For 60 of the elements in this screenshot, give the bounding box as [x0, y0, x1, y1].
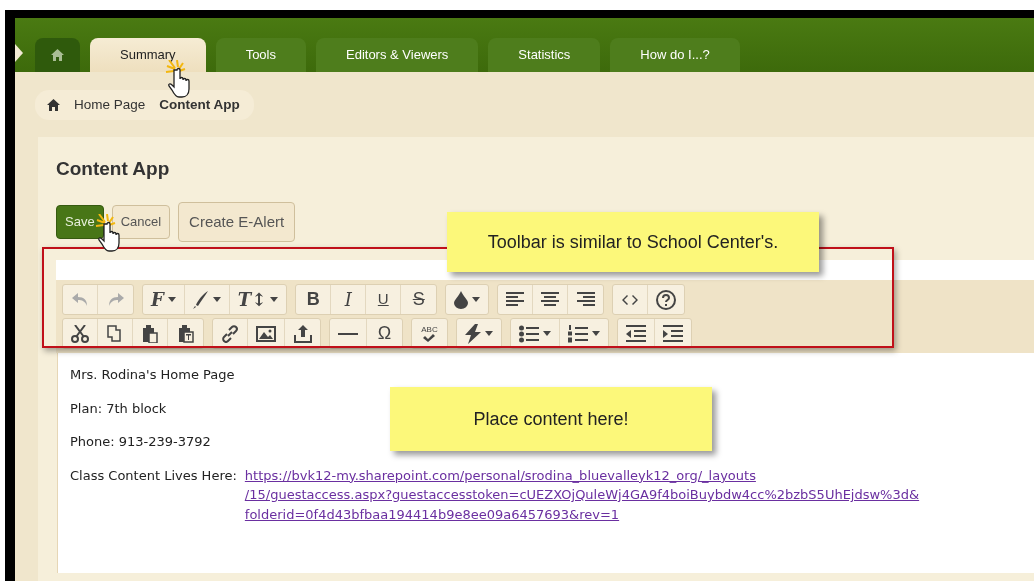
nav-tab[interactable]: Tools [215, 38, 306, 72]
align-right-icon [576, 292, 595, 307]
code-icon [622, 293, 639, 306]
image-icon [256, 325, 276, 342]
link-icon [221, 324, 239, 343]
upload-icon [293, 324, 312, 343]
caret-icon [212, 297, 221, 302]
numbered-list-icon [568, 324, 588, 343]
toolbar-button[interactable]: ABC [412, 319, 447, 348]
home-icon [51, 49, 64, 61]
home-icon [47, 99, 60, 111]
caret-icon [543, 331, 551, 336]
page-title: Content App [56, 157, 171, 181]
nav-tab[interactable]: Editors & Viewers [316, 38, 479, 72]
action-button[interactable]: Cancel [111, 205, 171, 239]
toolbar-button[interactable]: F [143, 285, 185, 314]
nav-tab[interactable]: How do I...? [610, 38, 740, 72]
caret-icon [592, 331, 600, 336]
strikethrough-button[interactable]: S [401, 285, 437, 314]
check-icon [423, 333, 436, 342]
toolbar-button[interactable]: T↕ [229, 285, 287, 314]
outdent-icon [626, 324, 646, 343]
caret-icon [472, 297, 481, 302]
body-text: Mrs. Rodina's Home Page [70, 366, 235, 384]
help-icon [656, 289, 677, 310]
brush-icon [192, 290, 209, 309]
indent-icon [663, 324, 683, 343]
redo-icon [107, 292, 124, 307]
paste-text-icon [177, 324, 194, 343]
body-text: Phone: 913-239-3792 [70, 433, 211, 451]
nav-tab[interactable]: Statistics [488, 38, 601, 72]
bullet-list-icon [519, 324, 539, 343]
drop-icon [454, 290, 469, 309]
callout-note: Toolbar is similar to School Center's. [447, 212, 819, 272]
underline-button[interactable]: U [366, 285, 402, 314]
action-button[interactable]: Save [56, 205, 104, 239]
body-text: Class Content Lives Here: [70, 466, 237, 485]
tab-arrow-icon [15, 44, 23, 62]
lightning-icon [465, 323, 481, 344]
caret-icon [167, 297, 176, 302]
action-button[interactable]: Create E-Alert [178, 201, 296, 242]
bold-button[interactable]: B [296, 285, 332, 314]
nav-tab[interactable]: Summary [90, 38, 206, 72]
breadcrumb-link[interactable]: Home Page [74, 94, 146, 116]
home-link[interactable] [47, 99, 60, 111]
url-link[interactable]: https://bvk12-my.sharepoint.com/personal/srodina_bluevalleyk12_org/_layouts /15/guestaccess.aspx?guestaccesstoken=cUEZXOjQuleWj4GA9f4boiBuybdw4cc%2bzbS5UhEjdsw%3d& folderid=0f4d43bfbaa194414b9e8ee09a6457693&rev=1 [244, 465, 920, 524]
caret-icon [485, 331, 493, 336]
breadcrumb-current: Content App [159, 95, 240, 114]
align-left-icon [506, 292, 525, 307]
align-center-icon [541, 292, 560, 307]
italic-button[interactable]: I [331, 285, 367, 314]
caret-icon [270, 297, 279, 302]
copy-icon [107, 324, 123, 343]
toolbar-button[interactable]: Ω [367, 319, 402, 348]
callout-note: Place content here! [390, 387, 712, 451]
body-text: Plan: 7th block [70, 399, 167, 418]
scissors-icon [71, 324, 89, 343]
undo-icon [72, 292, 88, 307]
paste-icon [142, 324, 158, 343]
home-tab[interactable] [35, 38, 80, 72]
